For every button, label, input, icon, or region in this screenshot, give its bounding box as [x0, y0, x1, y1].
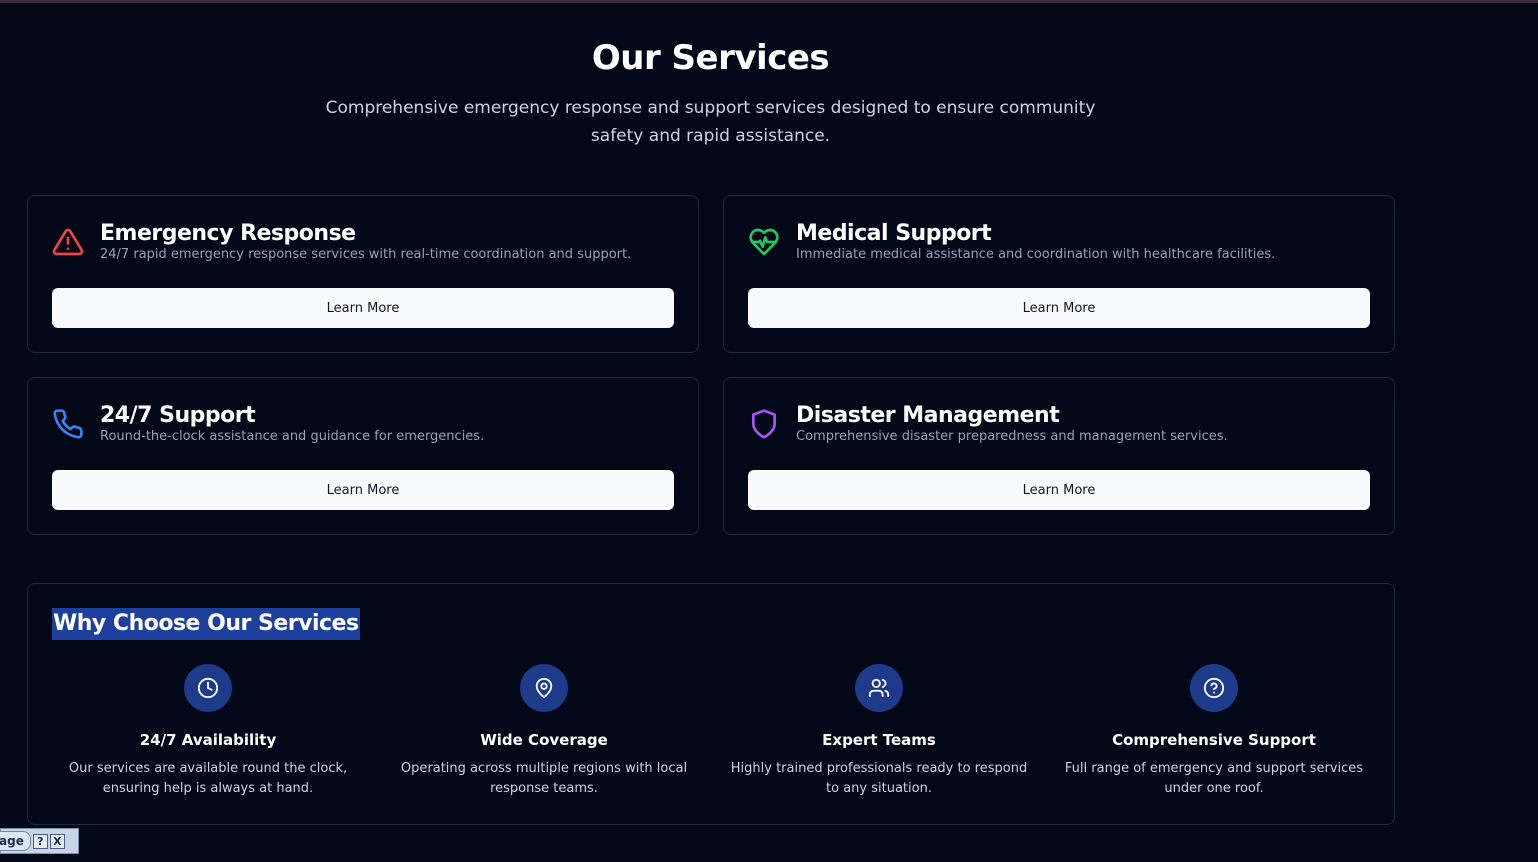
learn-more-button[interactable]: Learn More — [748, 470, 1370, 510]
page-toolbar-widget: age ? X — [0, 828, 79, 854]
service-card-medical-support: Medical Support Immediate medical assist… — [723, 195, 1395, 353]
feature-title: Wide Coverage — [480, 731, 608, 749]
why-choose-title: Why Choose Our Services — [52, 608, 360, 640]
clock-icon — [184, 664, 232, 712]
learn-more-button[interactable]: Learn More — [52, 470, 674, 510]
alert-triangle-icon — [52, 226, 84, 258]
learn-more-button[interactable]: Learn More — [748, 288, 1370, 328]
map-pin-icon — [520, 664, 568, 712]
why-choose-section: Why Choose Our Services 24/7 Availabilit… — [27, 583, 1395, 825]
scrollbar[interactable] — [1526, 3, 1538, 862]
page-subtitle: Comprehensive emergency response and sup… — [325, 98, 1096, 146]
heart-pulse-icon — [748, 226, 780, 258]
page-tab[interactable]: age — [0, 831, 31, 851]
feature-description: Our services are available round the clo… — [68, 761, 348, 796]
service-description: 24/7 rapid emergency response services w… — [100, 247, 632, 262]
feature-availability: 24/7 Availability Our services are avail… — [52, 664, 364, 799]
feature-description: Full range of emergency and support serv… — [1064, 761, 1364, 796]
feature-description: Operating across multiple regions with l… — [400, 761, 688, 796]
service-card-24-7-support: 24/7 Support Round-the-clock assistance … — [27, 377, 699, 535]
feature-coverage: Wide Coverage Operating across multiple … — [388, 664, 700, 799]
feature-description: Highly trained professionals ready to re… — [730, 761, 1028, 796]
shield-icon — [748, 408, 780, 440]
help-button[interactable]: ? — [32, 833, 48, 849]
feature-title: Comprehensive Support — [1112, 731, 1316, 749]
help-circle-icon — [1190, 664, 1238, 712]
features-grid: 24/7 Availability Our services are avail… — [52, 664, 1372, 804]
users-icon — [855, 664, 903, 712]
feature-comprehensive-support: Comprehensive Support Full range of emer… — [1058, 664, 1370, 799]
service-description: Immediate medical assistance and coordin… — [796, 247, 1276, 262]
close-button[interactable]: X — [49, 833, 65, 849]
page-title: Our Services — [591, 38, 830, 78]
feature-title: Expert Teams — [822, 731, 936, 749]
services-header: Our Services Comprehensive emergency res… — [0, 30, 1421, 150]
service-card-disaster-management: Disaster Management Comprehensive disast… — [723, 377, 1395, 535]
service-description: Round-the-clock assistance and guidance … — [100, 429, 485, 444]
top-border — [0, 0, 1538, 3]
feature-expert-teams: Expert Teams Highly trained professional… — [723, 664, 1035, 799]
service-description: Comprehensive disaster preparedness and … — [796, 429, 1228, 444]
phone-icon — [52, 408, 84, 440]
feature-title: 24/7 Availability — [139, 731, 277, 749]
learn-more-button[interactable]: Learn More — [52, 288, 674, 328]
service-card-emergency-response: Emergency Response 24/7 rapid emergency … — [27, 195, 699, 353]
